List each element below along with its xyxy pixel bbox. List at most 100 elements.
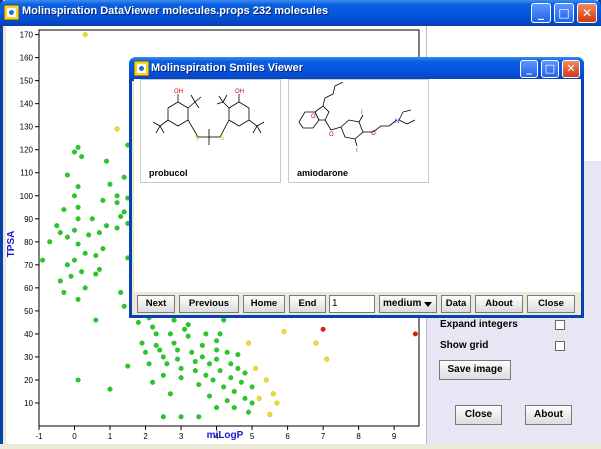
amiodarone-i-bottom: I — [356, 148, 358, 154]
data-point-green — [214, 405, 220, 411]
data-point-green — [221, 317, 227, 323]
probucol-structure: OH OH S S — [152, 89, 265, 145]
viewer-minimize-button[interactable]: _ — [520, 60, 538, 78]
image-size-select[interactable]: medium — [379, 295, 437, 313]
x-tick-label: 7 — [321, 432, 326, 441]
amiodarone-n: N — [395, 119, 399, 125]
data-point-yellow — [313, 340, 319, 346]
data-point-yellow — [245, 340, 252, 346]
amiodarone-structure: O O O I I N — [298, 82, 416, 154]
y-axis-label: TPSA — [6, 231, 17, 258]
data-point-green — [125, 363, 131, 369]
data-point-green — [196, 382, 202, 388]
smiles-viewer-window: Molinspiration Smiles Viewer _ □ ✕ OH OH… — [129, 57, 584, 318]
close-window-button[interactable]: ✕ — [577, 3, 597, 23]
data-point-green — [196, 414, 202, 420]
data-point-green — [242, 395, 248, 402]
probucol-s-right: S — [220, 136, 224, 142]
home-button[interactable]: Home — [243, 295, 285, 313]
y-tick-label: 90 — [24, 215, 33, 224]
data-point-green — [121, 303, 127, 309]
data-point-green — [171, 340, 177, 346]
data-point-green — [71, 257, 78, 263]
molecule-card-probucol[interactable]: OH OH S S probucol — [140, 79, 281, 183]
data-point-green — [203, 331, 209, 337]
y-tick-label: 70 — [24, 261, 33, 270]
x-tick-label: -1 — [35, 432, 43, 441]
image-size-value: medium — [383, 298, 422, 309]
data-point-green — [75, 144, 81, 151]
y-tick-label: 130 — [20, 123, 34, 132]
next-button[interactable]: Next — [137, 295, 175, 313]
previous-button[interactable]: Previous — [179, 295, 239, 313]
data-point-green — [153, 342, 159, 349]
x-tick-label: 9 — [392, 432, 397, 441]
expand-integers-checkbox[interactable] — [555, 320, 565, 330]
data-point-green — [206, 361, 213, 367]
y-tick-label: 60 — [24, 284, 33, 293]
probucol-s-left: S — [195, 136, 199, 142]
end-button[interactable]: End — [289, 295, 326, 313]
viewer-about-button[interactable]: About — [475, 295, 523, 313]
data-point-green — [78, 269, 85, 275]
viewer-maximize-button[interactable]: □ — [541, 60, 559, 78]
data-point-yellow — [324, 356, 330, 362]
data-point-green — [57, 278, 63, 284]
data-point-green — [75, 216, 81, 222]
data-point-green — [189, 349, 195, 355]
data-point-green — [135, 319, 142, 326]
smiles-viewer-title-bar[interactable]: Molinspiration Smiles Viewer _ □ ✕ — [129, 57, 584, 81]
data-point-green — [235, 352, 241, 358]
y-tick-label: 30 — [24, 353, 33, 362]
viewer-close-window-button[interactable]: ✕ — [562, 60, 580, 78]
molecule-card-amiodarone[interactable]: O O O I I N amiodarone — [288, 79, 429, 183]
show-grid-label: Show grid — [440, 340, 489, 351]
data-point-green — [192, 368, 198, 374]
data-point-green — [61, 289, 67, 296]
data-point-green — [146, 361, 152, 367]
data-button[interactable]: Data — [441, 295, 471, 313]
data-point-green — [199, 342, 206, 349]
data-point-green — [245, 409, 252, 415]
maximize-button[interactable]: □ — [554, 3, 574, 23]
data-point-green — [96, 230, 103, 236]
data-point-green — [231, 405, 237, 411]
data-point-green — [150, 324, 156, 330]
data-point-green — [174, 356, 181, 362]
minimize-button[interactable]: _ — [531, 3, 551, 23]
data-point-green — [103, 223, 110, 229]
expand-integers-label: Expand integers — [440, 319, 518, 330]
data-point-green — [86, 232, 92, 238]
page-number-input[interactable]: 1 — [329, 295, 375, 313]
data-point-green — [57, 230, 63, 236]
y-tick-label: 100 — [20, 192, 34, 201]
close-icon: ✕ — [581, 6, 593, 20]
data-point-green — [39, 257, 46, 263]
data-point-green — [203, 372, 209, 378]
x-tick-label: 8 — [356, 432, 361, 441]
save-image-button[interactable]: Save image — [439, 360, 511, 380]
molecule-name: amiodarone — [297, 168, 349, 178]
data-point-green — [100, 246, 106, 252]
data-point-green — [160, 372, 166, 378]
data-point-yellow — [256, 395, 262, 402]
data-point-green — [82, 285, 88, 291]
x-tick-label: 6 — [285, 432, 290, 441]
data-point-green — [114, 200, 120, 206]
data-point-green — [167, 331, 174, 337]
viewer-close-button[interactable]: Close — [527, 295, 575, 313]
about-button[interactable]: About — [525, 405, 572, 425]
data-point-green — [150, 379, 156, 385]
data-point-green — [167, 391, 174, 397]
data-point-green — [214, 356, 220, 362]
y-tick-label: 160 — [20, 54, 34, 63]
viewer-toolbar: Next Previous Home End 1 medium Data Abo… — [132, 293, 581, 315]
data-point-green — [214, 347, 220, 353]
data-point-green — [249, 400, 255, 406]
main-title-bar[interactable]: Molinspiration DataViewer molecules.prop… — [0, 0, 601, 26]
data-point-green — [64, 234, 71, 240]
probucol-oh-right: OH — [235, 89, 244, 95]
close-button[interactable]: Close — [455, 405, 502, 425]
data-point-green — [121, 174, 127, 180]
show-grid-checkbox[interactable] — [555, 341, 565, 351]
